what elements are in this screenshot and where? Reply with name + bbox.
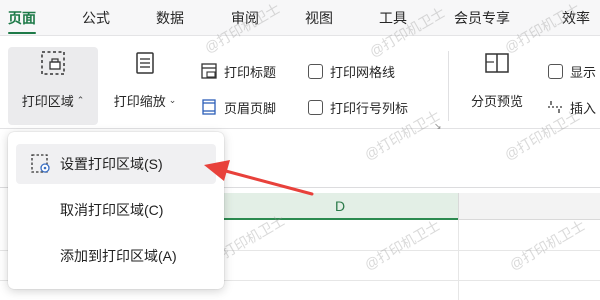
grid-line	[458, 220, 459, 300]
menu-item-label: 添加到打印区域(A)	[60, 248, 177, 264]
chevron-down-icon: ⌄	[168, 95, 177, 105]
menu-item-label: 取消打印区域(C)	[60, 202, 164, 218]
print-gridlines-checkbox[interactable]: 打印网格线	[308, 60, 395, 82]
checkbox-icon	[548, 63, 563, 79]
tab-view[interactable]: 视图	[305, 0, 333, 36]
show-label: 显示	[570, 64, 597, 80]
print-area-button[interactable]: 打印区域 ⌃	[8, 47, 98, 125]
insert-button[interactable]: 插入	[546, 96, 596, 118]
watermark: @打印机卫士	[506, 217, 588, 273]
insert-label: 插入	[570, 100, 597, 116]
tab-page[interactable]: 页面	[8, 0, 36, 36]
watermark: @打印机卫士	[361, 217, 443, 273]
menu-item-add-to-print-area[interactable]: 添加到打印区域(A)	[16, 236, 216, 276]
print-scale-button[interactable]: 打印缩放 ⌄	[104, 47, 186, 125]
group-divider	[448, 51, 449, 121]
menu-item-clear-print-area[interactable]: 取消打印区域(C)	[16, 190, 216, 230]
print-area-dropdown: 设置打印区域(S) 取消打印区域(C) 添加到打印区域(A)	[8, 132, 224, 289]
page-break-preview-button[interactable]: 分页预览	[460, 47, 534, 125]
menu-item-set-print-area[interactable]: 设置打印区域(S)	[16, 144, 216, 184]
show-checkbox[interactable]: 显示	[548, 60, 596, 82]
tab-data[interactable]: 数据	[156, 0, 184, 36]
print-scale-label: 打印缩放	[113, 94, 166, 109]
print-row-col-headers-checkbox[interactable]: 打印行号列标	[308, 96, 408, 118]
caret-down-icon: ⌃	[76, 95, 85, 105]
tab-review[interactable]: 审阅	[231, 0, 259, 36]
page-break-preview-label: 分页预览	[470, 94, 523, 109]
ribbon-tab-bar: 页面 公式 数据 审阅 视图 工具 会员专享 效率	[0, 0, 600, 36]
column-header-d[interactable]: D	[222, 193, 458, 220]
print-area-icon	[37, 47, 69, 79]
print-titles-button[interactable]: 打印标题	[200, 60, 276, 82]
ribbon-page-layout: 打印区域 ⌃ 打印缩放 ⌄ 打印标题 页眉页脚 打印网格线 打印行号列标 ↘ 分…	[0, 37, 600, 131]
menu-item-label: 设置打印区域(S)	[60, 156, 163, 172]
print-titles-label: 打印标题	[224, 64, 277, 80]
set-print-area-icon	[30, 153, 52, 175]
checkbox-icon	[308, 63, 323, 79]
print-scale-icon	[129, 47, 161, 79]
column-header-next[interactable]	[458, 193, 600, 220]
print-area-label: 打印区域	[21, 94, 74, 109]
print-row-col-headers-label: 打印行号列标	[330, 100, 409, 116]
tab-tools[interactable]: 工具	[379, 0, 407, 36]
header-footer-button[interactable]: 页眉页脚	[200, 96, 276, 118]
header-footer-icon	[200, 98, 218, 116]
checkbox-icon	[308, 99, 323, 115]
insert-page-break-icon	[546, 98, 564, 116]
tab-formula[interactable]: 公式	[82, 0, 110, 36]
print-titles-icon	[200, 62, 218, 80]
print-gridlines-label: 打印网格线	[330, 64, 396, 80]
tab-member[interactable]: 会员专享	[454, 0, 510, 36]
page-break-preview-icon	[481, 47, 513, 79]
header-footer-label: 页眉页脚	[224, 100, 277, 116]
tab-efficiency[interactable]: 效率	[562, 0, 590, 36]
